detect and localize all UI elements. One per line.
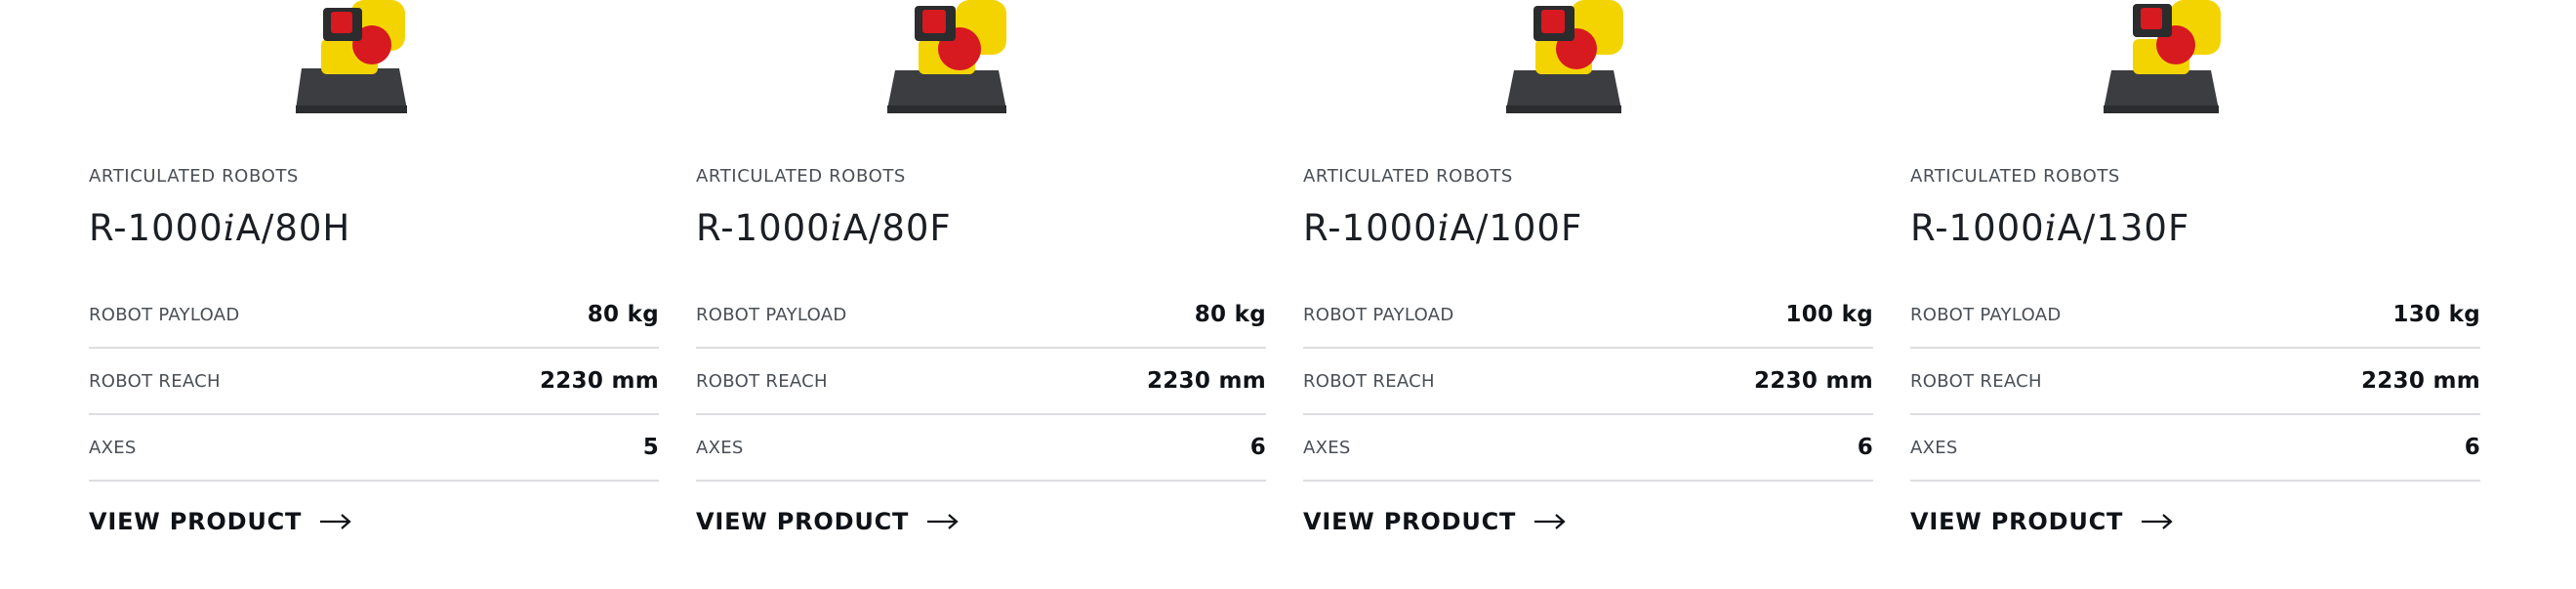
spec-label: ROBOT PAYLOAD <box>1910 304 2062 325</box>
product-model-name[interactable]: R-1000iA/100F <box>1303 207 1582 249</box>
product-category: ARTICULATED ROBOTS <box>1910 166 2120 187</box>
spec-label: AXES <box>1910 437 1958 458</box>
arrow-right-icon <box>1534 514 1566 529</box>
view-product-label: VIEW PRODUCT <box>696 508 910 535</box>
arrow-right-icon <box>320 514 351 529</box>
spec-row-reach: ROBOT REACH 2230 mm <box>89 349 659 415</box>
spec-value: 100 kg <box>1785 302 1873 327</box>
spec-list: ROBOT PAYLOAD 130 kg ROBOT REACH 2230 mm… <box>1910 282 2480 482</box>
spec-row-payload: ROBOT PAYLOAD 80 kg <box>696 282 1266 349</box>
spec-value: 2230 mm <box>539 368 659 394</box>
robot-product-image[interactable] <box>282 0 429 119</box>
spec-label: AXES <box>696 437 744 458</box>
spec-row-payload: ROBOT PAYLOAD 130 kg <box>1910 282 2480 349</box>
spec-row-reach: ROBOT REACH 2230 mm <box>1303 349 1873 415</box>
spec-label: AXES <box>1303 437 1351 458</box>
spec-value: 2230 mm <box>2360 368 2480 394</box>
product-category: ARTICULATED ROBOTS <box>1303 166 1513 187</box>
product-model-name[interactable]: R-1000iA/130F <box>1910 207 2189 249</box>
spec-value: 5 <box>642 435 659 460</box>
spec-row-axes: AXES 6 <box>1303 415 1873 482</box>
spec-label: ROBOT PAYLOAD <box>696 304 847 325</box>
product-model-name[interactable]: R-1000iA/80F <box>696 207 952 249</box>
spec-value: 6 <box>1249 435 1266 460</box>
spec-row-reach: ROBOT REACH 2230 mm <box>1910 349 2480 415</box>
product-card: ARTICULATED ROBOTS R-1000iA/100F ROBOT P… <box>1303 0 1873 589</box>
spec-row-axes: AXES 6 <box>1910 415 2480 482</box>
product-card: ARTICULATED ROBOTS R-1000iA/130F ROBOT P… <box>1910 0 2480 589</box>
product-grid: ARTICULATED ROBOTS R-1000iA/80H ROBOT PA… <box>0 0 2576 589</box>
spec-label: ROBOT REACH <box>89 370 221 392</box>
spec-value: 2230 mm <box>1146 368 1266 394</box>
arrow-right-icon <box>927 514 959 529</box>
view-product-label: VIEW PRODUCT <box>89 508 303 535</box>
view-product-link[interactable]: VIEW PRODUCT <box>696 508 960 535</box>
product-card: ARTICULATED ROBOTS R-1000iA/80F ROBOT PA… <box>696 0 1266 589</box>
product-category: ARTICULATED ROBOTS <box>89 166 299 187</box>
spec-list: ROBOT PAYLOAD 100 kg ROBOT REACH 2230 mm… <box>1303 282 1873 482</box>
view-product-link[interactable]: VIEW PRODUCT <box>89 508 352 535</box>
product-model-name[interactable]: R-1000iA/80H <box>89 207 350 249</box>
product-card: ARTICULATED ROBOTS R-1000iA/80H ROBOT PA… <box>89 0 659 589</box>
spec-value: 80 kg <box>1194 302 1266 327</box>
spec-list: ROBOT PAYLOAD 80 kg ROBOT REACH 2230 mm … <box>89 282 659 482</box>
product-category: ARTICULATED ROBOTS <box>696 166 906 187</box>
view-product-link[interactable]: VIEW PRODUCT <box>1910 508 2174 535</box>
spec-value: 6 <box>1857 435 1873 460</box>
spec-value: 80 kg <box>587 302 659 327</box>
robot-product-image[interactable] <box>2092 0 2238 119</box>
spec-list: ROBOT PAYLOAD 80 kg ROBOT REACH 2230 mm … <box>696 282 1266 482</box>
spec-row-axes: AXES 5 <box>89 415 659 482</box>
spec-row-payload: ROBOT PAYLOAD 80 kg <box>89 282 659 349</box>
spec-value: 6 <box>2464 435 2480 460</box>
spec-label: AXES <box>89 437 137 458</box>
view-product-link[interactable]: VIEW PRODUCT <box>1303 508 1567 535</box>
spec-row-reach: ROBOT REACH 2230 mm <box>696 349 1266 415</box>
spec-row-payload: ROBOT PAYLOAD 100 kg <box>1303 282 1873 349</box>
robot-product-image[interactable] <box>878 0 1024 119</box>
spec-row-axes: AXES 6 <box>696 415 1266 482</box>
spec-value: 2230 mm <box>1753 368 1873 394</box>
view-product-label: VIEW PRODUCT <box>1303 508 1517 535</box>
spec-label: ROBOT REACH <box>1910 370 2042 392</box>
view-product-label: VIEW PRODUCT <box>1910 508 2124 535</box>
spec-label: ROBOT REACH <box>1303 370 1435 392</box>
spec-label: ROBOT PAYLOAD <box>89 304 240 325</box>
spec-label: ROBOT REACH <box>696 370 828 392</box>
robot-product-image[interactable] <box>1494 0 1641 119</box>
spec-label: ROBOT PAYLOAD <box>1303 304 1454 325</box>
spec-value: 130 kg <box>2392 302 2480 327</box>
arrow-right-icon <box>2142 514 2173 529</box>
